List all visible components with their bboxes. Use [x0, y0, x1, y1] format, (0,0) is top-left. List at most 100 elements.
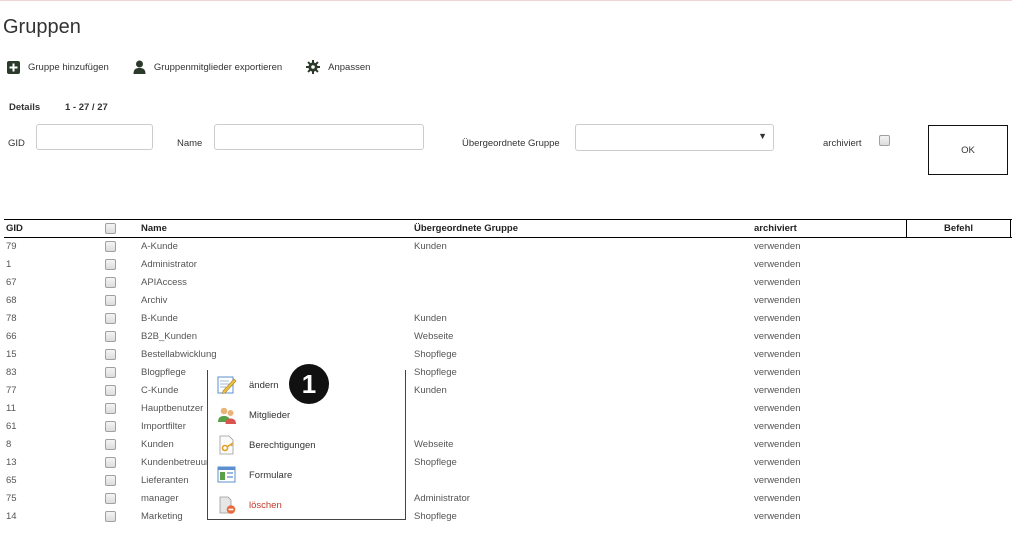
header-gid[interactable]: GID: [6, 223, 23, 234]
users-icon: [218, 407, 236, 424]
plus-square-icon: [7, 60, 20, 74]
cell-name: Blogpflege: [141, 367, 186, 378]
ok-button-label: OK: [961, 144, 975, 156]
context-menu-forms-label: Formulare: [249, 470, 293, 481]
export-members-label: Gruppenmitglieder exportieren: [153, 61, 283, 73]
cell-name: Administrator: [141, 259, 197, 270]
cell-archived: verwenden: [754, 367, 801, 378]
row-checkbox[interactable]: [105, 349, 116, 360]
cell-name: Hauptbenutzer: [141, 403, 204, 414]
export-members-button[interactable]: Gruppenmitglieder exportieren: [133, 60, 282, 74]
gid-filter-label: GID: [8, 138, 25, 149]
row-checkbox[interactable]: [105, 457, 116, 468]
table-row[interactable]: 65 Lieferanten verwenden: [4, 472, 1004, 490]
context-menu-members[interactable]: Mitglieder: [208, 400, 407, 430]
table-row[interactable]: 78 B-Kunde Kunden verwenden: [4, 310, 1004, 328]
header-archived[interactable]: archiviert: [754, 223, 797, 234]
table-row[interactable]: 1 Administrator verwenden: [4, 256, 1004, 274]
table-row[interactable]: 83 Blogpflege Shopflege verwenden: [4, 364, 1004, 382]
header-parent-group[interactable]: Übergeordnete Gruppe: [414, 223, 518, 234]
cell-name: C-Kunde: [141, 385, 179, 396]
row-checkbox[interactable]: [105, 241, 116, 252]
add-group-button[interactable]: Gruppe hinzufügen: [7, 60, 109, 74]
cell-archived: verwenden: [754, 331, 801, 342]
row-checkbox[interactable]: [105, 421, 116, 432]
cell-name: Archiv: [141, 295, 168, 306]
cell-gid: 14: [6, 511, 17, 522]
select-all-checkbox[interactable]: [105, 223, 116, 234]
row-checkbox[interactable]: [105, 277, 116, 288]
row-checkbox[interactable]: [105, 439, 116, 450]
row-checkbox[interactable]: [105, 367, 116, 378]
toolbar: Gruppe hinzufügen Gruppenmitglieder expo…: [7, 60, 394, 74]
context-menu-permissions[interactable]: Berechtigungen: [208, 430, 407, 460]
cell-name: Kunden: [141, 439, 174, 450]
context-menu-members-label: Mitglieder: [249, 410, 291, 421]
customize-button[interactable]: Anpassen: [306, 60, 370, 74]
row-checkbox[interactable]: [105, 259, 116, 270]
cell-gid: 77: [6, 385, 17, 396]
context-menu-delete-label: löschen: [249, 500, 282, 511]
table-row[interactable]: 8 Kunden Webseite verwenden: [4, 436, 1004, 454]
gear-icon: [306, 60, 321, 74]
cell-gid: 1: [6, 259, 12, 270]
table-row[interactable]: 68 Archiv verwenden: [4, 292, 1004, 310]
table-row[interactable]: 66 B2B_Kunden Webseite verwenden: [4, 328, 1004, 346]
archived-filter-label: archiviert: [823, 138, 862, 149]
delete-icon: [219, 496, 236, 514]
cell-archived: verwenden: [754, 403, 801, 414]
cell-name: Importfilter: [141, 421, 186, 432]
cell-name: B-Kunde: [141, 313, 178, 324]
cell-archived: verwenden: [754, 313, 801, 324]
row-checkbox[interactable]: [105, 313, 116, 324]
gid-filter-input[interactable]: [36, 124, 153, 150]
cell-gid: 67: [6, 277, 17, 288]
row-checkbox[interactable]: [105, 475, 116, 486]
table-row[interactable]: 79 A-Kunde Kunden verwenden: [4, 238, 1004, 256]
cell-gid: 8: [6, 439, 12, 450]
cell-name: Bestellabwicklung: [141, 349, 217, 360]
row-checkbox[interactable]: [105, 385, 116, 396]
name-filter-label: Name: [177, 138, 203, 149]
table-row[interactable]: 15 Bestellabwicklung Shopflege verwenden: [4, 346, 1004, 364]
cell-archived: verwenden: [754, 475, 801, 486]
row-checkbox[interactable]: [105, 331, 116, 342]
cell-gid: 75: [6, 493, 17, 504]
cell-name: APIAccess: [141, 277, 187, 288]
cell-archived: verwenden: [754, 421, 801, 432]
ok-button[interactable]: OK: [928, 125, 1008, 175]
cell-archived: verwenden: [754, 439, 801, 450]
table-row[interactable]: 11 Hauptbenutzer verwenden: [4, 400, 1004, 418]
table-row[interactable]: 67 APIAccess verwenden: [4, 274, 1004, 292]
details-label: Details: [9, 102, 41, 113]
table-row[interactable]: 77 C-Kunde Kunden verwenden: [4, 382, 1004, 400]
cell-gid: 13: [6, 457, 17, 468]
table-row[interactable]: 14 Marketing Shopflege verwenden: [4, 508, 1004, 526]
parent-group-select[interactable]: ▼: [575, 124, 774, 151]
row-checkbox[interactable]: [105, 493, 116, 504]
cell-archived: verwenden: [754, 259, 801, 270]
cell-archived: verwenden: [754, 457, 801, 468]
context-menu-forms[interactable]: Formulare: [208, 460, 407, 490]
row-checkbox[interactable]: [105, 403, 116, 414]
customize-label: Anpassen: [328, 61, 371, 73]
cell-parent-group: Kunden: [414, 241, 447, 252]
cell-gid: 79: [6, 241, 17, 252]
parent-group-filter-label: Übergeordnete Gruppe: [462, 138, 560, 149]
cell-archived: verwenden: [754, 295, 801, 306]
table-row[interactable]: 13 Kundenbetreuung Shopflege verwenden: [4, 454, 1004, 472]
table-row[interactable]: 75 manager Administrator verwenden: [4, 490, 1004, 508]
row-checkbox[interactable]: [105, 295, 116, 306]
cell-gid: 65: [6, 475, 17, 486]
cell-parent-group: Shopflege: [414, 511, 457, 522]
table-header: GID Name Übergeordnete Gruppe archiviert…: [4, 219, 1012, 238]
cell-name: Marketing: [141, 511, 183, 522]
cell-parent-group: Webseite: [414, 439, 454, 450]
header-name[interactable]: Name: [141, 223, 167, 234]
row-checkbox[interactable]: [105, 511, 116, 522]
table-row[interactable]: 61 Importfilter verwenden: [4, 418, 1004, 436]
name-filter-input[interactable]: [214, 124, 424, 150]
cell-parent-group: Kunden: [414, 385, 447, 396]
context-menu-delete[interactable]: löschen: [208, 490, 407, 520]
archived-filter-checkbox[interactable]: [879, 135, 890, 146]
